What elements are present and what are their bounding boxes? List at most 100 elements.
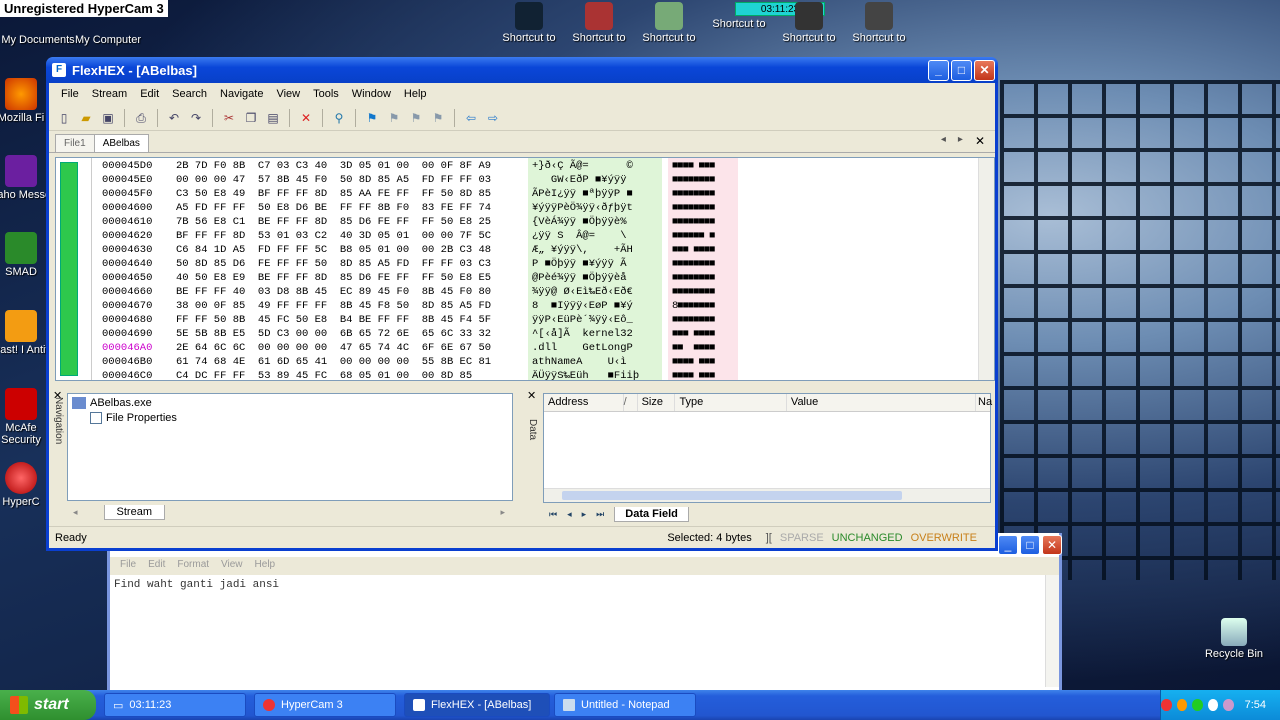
next-bookmark-icon[interactable]: ⚑ — [407, 109, 425, 127]
menu-stream[interactable]: Stream — [86, 86, 133, 102]
tray-messenger-icon[interactable] — [1223, 699, 1234, 711]
col-size[interactable]: Size — [638, 394, 676, 411]
hex-row[interactable]: 00004680 FF FF 50 8B 45 FC 50 E8 B4 BE FF… — [56, 313, 994, 327]
notepad-menu-edit[interactable]: Edit — [142, 557, 171, 575]
tree-root-item[interactable]: ABelbas.exe — [90, 397, 152, 409]
tray-firefox-icon[interactable] — [1176, 699, 1188, 711]
desktop-shortcut-2[interactable]: Shortcut to — [564, 2, 634, 44]
col-sort[interactable]: / — [624, 394, 638, 411]
desktop-shortcut-3[interactable]: Shortcut to — [634, 2, 704, 44]
hex-row[interactable]: 00004600 A5 FD FF FF 50 E8 D6 BE FF FF 8B… — [56, 201, 994, 215]
menu-view[interactable]: View — [270, 86, 306, 102]
hex-row[interactable]: 000045F0 C3 50 E8 49 BF FF FF 8D 85 AA FE… — [56, 187, 994, 201]
notepad-menu-help[interactable]: Help — [249, 557, 282, 575]
hex-row[interactable]: 00004670 38 00 0F 85 49 FF FF FF 8B 45 F8… — [56, 299, 994, 313]
undo-icon[interactable]: ↶ — [165, 109, 183, 127]
col-address[interactable]: Address — [544, 394, 624, 411]
new-file-icon[interactable]: ▯ — [55, 109, 73, 127]
save-icon[interactable]: ▣ — [99, 109, 117, 127]
bookmark-flag-icon[interactable]: ⚑ — [363, 109, 381, 127]
task-hypercam[interactable]: HyperCam 3 — [254, 693, 396, 717]
cut-icon[interactable]: ✂ — [220, 109, 238, 127]
prev-record-icon[interactable]: ◂ — [567, 509, 572, 520]
notepad-menu-file[interactable]: File — [114, 557, 142, 575]
menu-help[interactable]: Help — [398, 86, 433, 102]
menu-edit[interactable]: Edit — [134, 86, 165, 102]
forward-arrow-icon[interactable]: ⇨ — [484, 109, 502, 127]
tray-network-icon[interactable] — [1192, 699, 1203, 711]
hex-row[interactable]: 000045D0 2B 7D F0 8B C7 03 C3 40 3D 05 01… — [56, 159, 994, 173]
hex-row[interactable]: 00004690 5E 5B 8B E5 5D C3 00 00 6B 65 72… — [56, 327, 994, 341]
col-type[interactable]: Type — [675, 394, 787, 411]
navigation-tree[interactable]: ABelbas.exe File Properties — [67, 393, 513, 501]
minimize-button[interactable]: _ — [928, 59, 949, 81]
back-arrow-icon[interactable]: ⇦ — [462, 109, 480, 127]
delete-icon[interactable]: ✕ — [297, 109, 315, 127]
desktop-shortcut-6[interactable]: Shortcut to — [844, 2, 914, 44]
tray-volume-icon[interactable] — [1207, 699, 1219, 711]
hex-row[interactable]: 00004620 BF FF FF 8D 53 01 03 C2 40 3D 05… — [56, 229, 994, 243]
tab-scroll-right-icon[interactable]: ▸ — [958, 134, 963, 148]
hex-row[interactable]: 00004640 50 8D 85 D6 FE FF FF 50 8D 85 A5… — [56, 257, 994, 271]
tab-data-field[interactable]: Data Field — [614, 506, 689, 522]
paste-icon[interactable]: ▤ — [264, 109, 282, 127]
col-name[interactable]: Na — [976, 394, 992, 411]
hex-row[interactable]: 00004630 C6 84 1D A5 FD FF FF 5C B8 05 01… — [56, 243, 994, 257]
notepad-maximize-button[interactable]: □ — [1020, 535, 1040, 555]
task-notepad[interactable]: Untitled - Notepad — [554, 693, 696, 717]
hex-editor-view[interactable]: 000045D0 2B 7D F0 8B C7 03 C3 40 3D 05 01… — [55, 157, 995, 381]
navigation-pane-close-icon[interactable]: ✕ — [53, 389, 62, 402]
col-value[interactable]: Value — [787, 394, 977, 411]
desktop-icon-my-documents[interactable]: My Documents — [0, 22, 76, 46]
hex-row[interactable]: 00004660 BE FF FF 40 03 D8 8B 45 EC 89 45… — [56, 285, 994, 299]
tab-file1[interactable]: File1 — [55, 134, 95, 152]
prev-bookmark-icon[interactable]: ⚑ — [385, 109, 403, 127]
open-folder-icon[interactable]: ▰ — [77, 109, 95, 127]
desktop-icon-recycle-bin[interactable]: Recycle Bin — [1196, 618, 1272, 660]
close-button[interactable]: ✕ — [974, 59, 995, 81]
first-record-icon[interactable]: ⏮ — [549, 509, 557, 520]
notepad-text-area[interactable]: Find waht ganti jadi ansi — [110, 575, 1059, 595]
next-record-icon[interactable]: ▸ — [582, 509, 587, 520]
hex-row[interactable]: 00004650 40 50 E8 E9 BE FF FF 8D 85 D6 FE… — [56, 271, 994, 285]
hex-row[interactable]: 000045E0 00 00 00 47 57 8B 45 F0 50 8D 85… — [56, 173, 994, 187]
menu-file[interactable]: File — [55, 86, 85, 102]
notepad-minimize-button[interactable]: _ — [998, 535, 1018, 555]
tree-file-properties[interactable]: File Properties — [106, 412, 177, 424]
menu-search[interactable]: Search — [166, 86, 213, 102]
tab-close-icon[interactable]: ✕ — [975, 134, 985, 148]
hex-vertical-scrollbar[interactable] — [978, 158, 994, 380]
tray-hypercam-icon[interactable] — [1161, 699, 1172, 711]
menu-navigate[interactable]: Navigate — [214, 86, 269, 102]
print-icon[interactable]: ⎙ — [132, 109, 150, 127]
menu-tools[interactable]: Tools — [307, 86, 345, 102]
task-flexhex[interactable]: FlexHEX - [ABelbas] — [404, 693, 550, 717]
tab-stream[interactable]: Stream — [103, 504, 165, 520]
task-timer[interactable]: ▭ 03:11:23 — [104, 693, 246, 717]
clear-bookmarks-icon[interactable]: ⚑ — [429, 109, 447, 127]
hex-row[interactable]: 000046C0 C4 DC FF FF 53 89 45 FC 68 05 01… — [56, 369, 994, 380]
data-field-grid[interactable]: Address / Size Type Value Na — [543, 393, 992, 503]
data-grid-hscrollbar[interactable] — [544, 488, 990, 502]
nav-tab-right-icon[interactable]: ▸ — [500, 507, 505, 518]
data-pane-close-icon[interactable]: ✕ — [527, 389, 536, 402]
tab-scroll-left-icon[interactable]: ◂ — [941, 134, 946, 148]
start-button[interactable]: start — [0, 690, 96, 720]
flexhex-titlebar[interactable]: F FlexHEX - [ABelbas] _ □ ✕ — [46, 57, 998, 83]
tab-abelbas[interactable]: ABelbas — [93, 134, 149, 152]
notepad-close-button[interactable]: ✕ — [1042, 535, 1062, 555]
find-icon[interactable]: ⚲ — [330, 109, 348, 127]
maximize-button[interactable]: □ — [951, 59, 972, 81]
notepad-menu-view[interactable]: View — [215, 557, 249, 575]
desktop-icon-my-computer[interactable]: My Computer — [70, 22, 146, 46]
hex-row[interactable]: 00004610 7B 56 E8 C1 BE FF FF 8D 85 D6 FE… — [56, 215, 994, 229]
scroll-thumb[interactable] — [562, 491, 902, 500]
menu-window[interactable]: Window — [346, 86, 397, 102]
redo-icon[interactable]: ↷ — [187, 109, 205, 127]
desktop-shortcut-1[interactable]: Shortcut to — [494, 2, 564, 44]
last-record-icon[interactable]: ⏭ — [596, 509, 604, 520]
notepad-scrollbar[interactable] — [1045, 575, 1059, 687]
notepad-menu-format[interactable]: Format — [171, 557, 215, 575]
desktop-shortcut-4[interactable]: Shortcut to — [704, 18, 774, 30]
desktop-shortcut-5[interactable]: Shortcut to — [774, 2, 844, 44]
